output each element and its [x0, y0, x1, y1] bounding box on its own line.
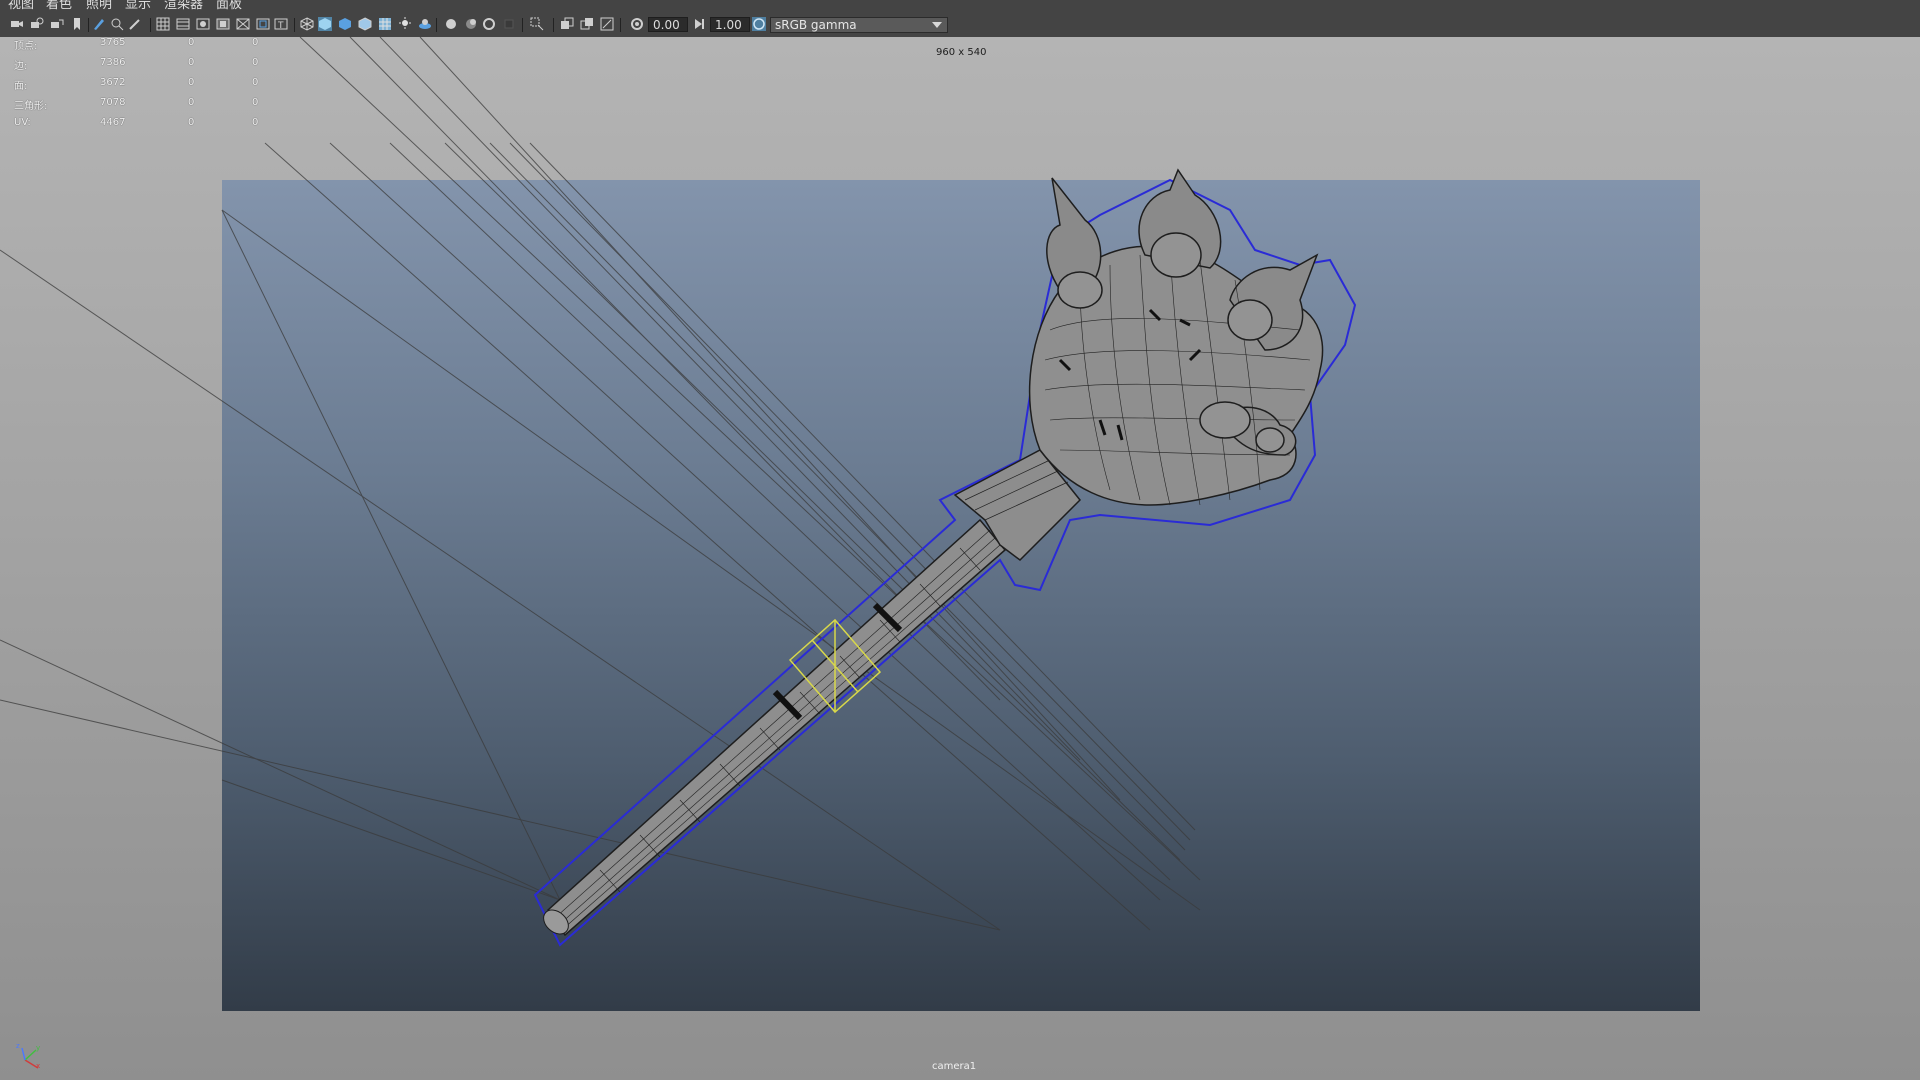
hud-row-faces: 面: 3672 0 0 — [0, 77, 270, 93]
hud-value: 4467 — [100, 117, 126, 128]
svg-text:z: z — [16, 1042, 20, 1050]
scene-overlay — [0, 36, 1357, 947]
staff-shaft[interactable] — [539, 518, 1007, 939]
hud-value: 0 — [252, 117, 259, 128]
paw-head-model[interactable] — [953, 168, 1324, 561]
hud-label: 顶点: — [14, 41, 38, 52]
hud-value: 0 — [252, 37, 259, 48]
hud-value: 7078 — [100, 97, 126, 108]
hud-value: 0 — [188, 37, 195, 48]
hud-label: 三角形: — [14, 101, 48, 112]
hud-value: 0 — [188, 117, 195, 128]
hud-row-vertices: 顶点: 3765 0 0 — [0, 37, 270, 53]
hud-row-edges: 边: 7386 0 0 — [0, 57, 270, 73]
hud-row-triangles: 三角形: 7078 0 0 — [0, 97, 270, 113]
hud-label: 边: — [14, 61, 28, 72]
view-axis-icon: x y z — [16, 1042, 40, 1070]
hud-value: 0 — [252, 57, 259, 68]
hud-label: 面: — [14, 81, 28, 92]
resolution-label: 960 x 540 — [936, 47, 987, 58]
hud-value: 0 — [252, 77, 259, 88]
svg-text:x: x — [36, 1062, 40, 1070]
camera-name-label: camera1 — [932, 1061, 977, 1072]
hud-label: UV: — [14, 117, 31, 128]
hud-value: 0 — [188, 57, 195, 68]
hud-value: 0 — [252, 97, 259, 108]
hud-value: 0 — [188, 77, 195, 88]
svg-text:y: y — [36, 1044, 40, 1052]
hud-value: 7386 — [100, 57, 126, 68]
hud-row-uvs: UV: 4467 0 0 — [0, 117, 270, 133]
hud-value: 3672 — [100, 77, 126, 88]
hud-value: 0 — [188, 97, 195, 108]
hud-value: 3765 — [100, 37, 126, 48]
